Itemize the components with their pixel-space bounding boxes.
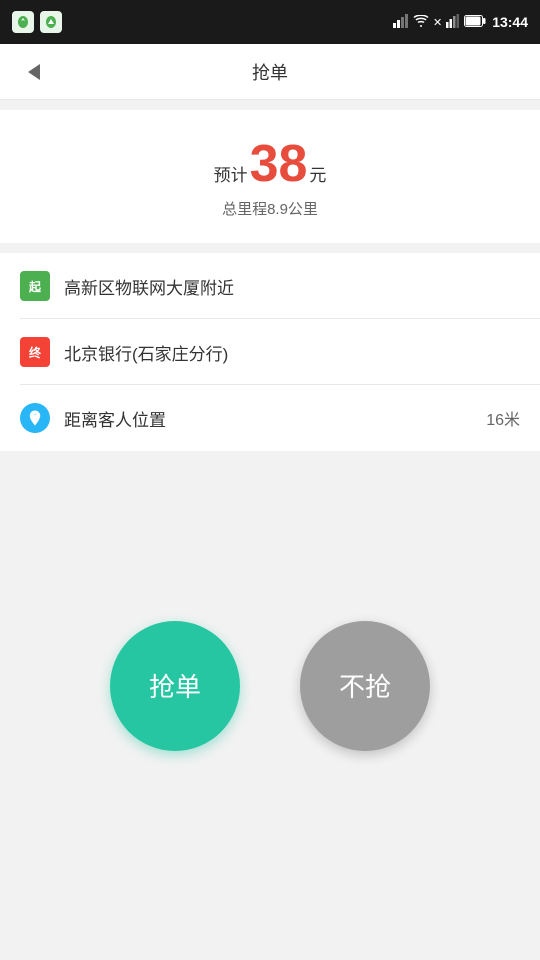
app-icon-2 (40, 11, 62, 33)
main-content: 抢单 预计 38 元 总里程8.9公里 起 高新区物联网大厦附近 终 北京银行(… (0, 44, 540, 960)
mobile-signal-icon (446, 14, 460, 31)
back-button[interactable] (16, 54, 52, 90)
action-section: 抢单 不抢 (0, 451, 540, 960)
x-signal-icon: ✕ (433, 16, 442, 29)
end-location-item: 终 北京银行(石家庄分行) (0, 319, 540, 385)
start-icon: 起 (20, 271, 50, 301)
signal-bars-icon (393, 14, 409, 31)
price-suffix: 元 (309, 161, 326, 186)
customer-distance-label: 距离客人位置 (64, 406, 486, 431)
location-icon (20, 403, 50, 433)
grab-order-button[interactable]: 抢单 (110, 621, 240, 751)
end-location-text: 北京银行(石家庄分行) (64, 340, 520, 365)
app-icon-1 (12, 11, 34, 33)
price-amount: 38 (250, 138, 308, 190)
start-location-text: 高新区物联网大厦附近 (64, 274, 520, 299)
page-header: 抢单 (0, 44, 540, 100)
start-location-item: 起 高新区物联网大厦附近 (0, 253, 540, 319)
price-prefix: 预计 (214, 161, 248, 186)
status-left (12, 11, 62, 33)
skip-order-button[interactable]: 不抢 (300, 621, 430, 751)
price-row: 预计 38 元 (0, 138, 540, 190)
info-section: 起 高新区物联网大厦附近 终 北京银行(石家庄分行) 距离客人位置 16米 (0, 253, 540, 451)
customer-distance-item: 距离客人位置 16米 (0, 385, 540, 451)
page-title: 抢单 (252, 59, 288, 85)
status-right: ✕ 13:44 (393, 14, 528, 31)
total-distance: 总里程8.9公里 (0, 198, 540, 219)
back-arrow-icon (28, 64, 40, 80)
price-section: 预计 38 元 总里程8.9公里 (0, 110, 540, 243)
time-display: 13:44 (492, 14, 528, 30)
end-icon: 终 (20, 337, 50, 367)
customer-distance-value: 16米 (486, 406, 520, 430)
battery-icon (464, 15, 486, 30)
status-bar: ✕ 13:44 (0, 0, 540, 44)
wifi-icon (413, 15, 429, 30)
